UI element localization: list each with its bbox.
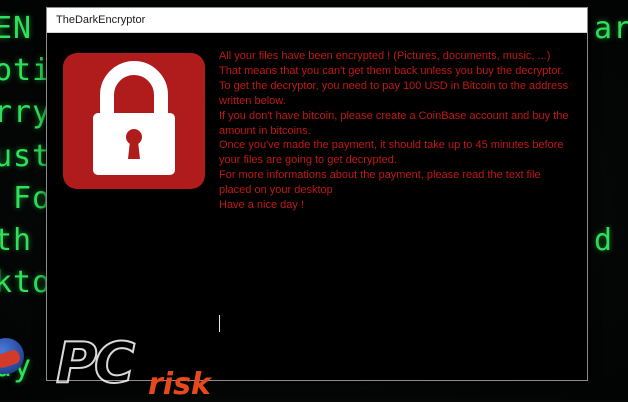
- ransom-message: All your files have been encrypted ! (Pi…: [219, 49, 575, 213]
- terminal-line: Fo: [13, 181, 52, 216]
- message-line: For more informations about the payment,…: [219, 169, 541, 197]
- message-line: That means that you can't get them back …: [219, 64, 564, 77]
- terminal-line: oti: [0, 53, 52, 88]
- ransom-window[interactable]: TheDarkEncryptor All your files have bee…: [46, 7, 588, 381]
- terminal-line: kto: [0, 265, 52, 300]
- message-line: Have a nice day !: [219, 199, 304, 212]
- watermark-brand: risk: [148, 367, 211, 402]
- terminal-line: ar: [594, 11, 628, 46]
- terminal-line: th: [0, 223, 33, 258]
- terminal-line: rry: [0, 95, 52, 130]
- window-content: All your files have been encrypted ! (Pi…: [47, 33, 587, 380]
- padlock-icon: [63, 53, 205, 189]
- window-title: TheDarkEncryptor: [56, 14, 146, 26]
- watermark-logo: PC: [55, 331, 136, 396]
- message-line: All your files have been encrypted ! (Pi…: [219, 50, 551, 62]
- message-line: Once you've made the payment, it should …: [219, 139, 564, 167]
- window-titlebar[interactable]: TheDarkEncryptor: [47, 8, 587, 33]
- message-line: If you don't have bitcoin, please create…: [219, 109, 569, 137]
- terminal-line: d: [594, 223, 614, 258]
- terminal-line: ust: [0, 139, 52, 174]
- text-cursor: [219, 315, 220, 332]
- message-line: To get the decryptor, you need to pay 10…: [219, 79, 569, 107]
- terminal-line: EN: [0, 11, 33, 46]
